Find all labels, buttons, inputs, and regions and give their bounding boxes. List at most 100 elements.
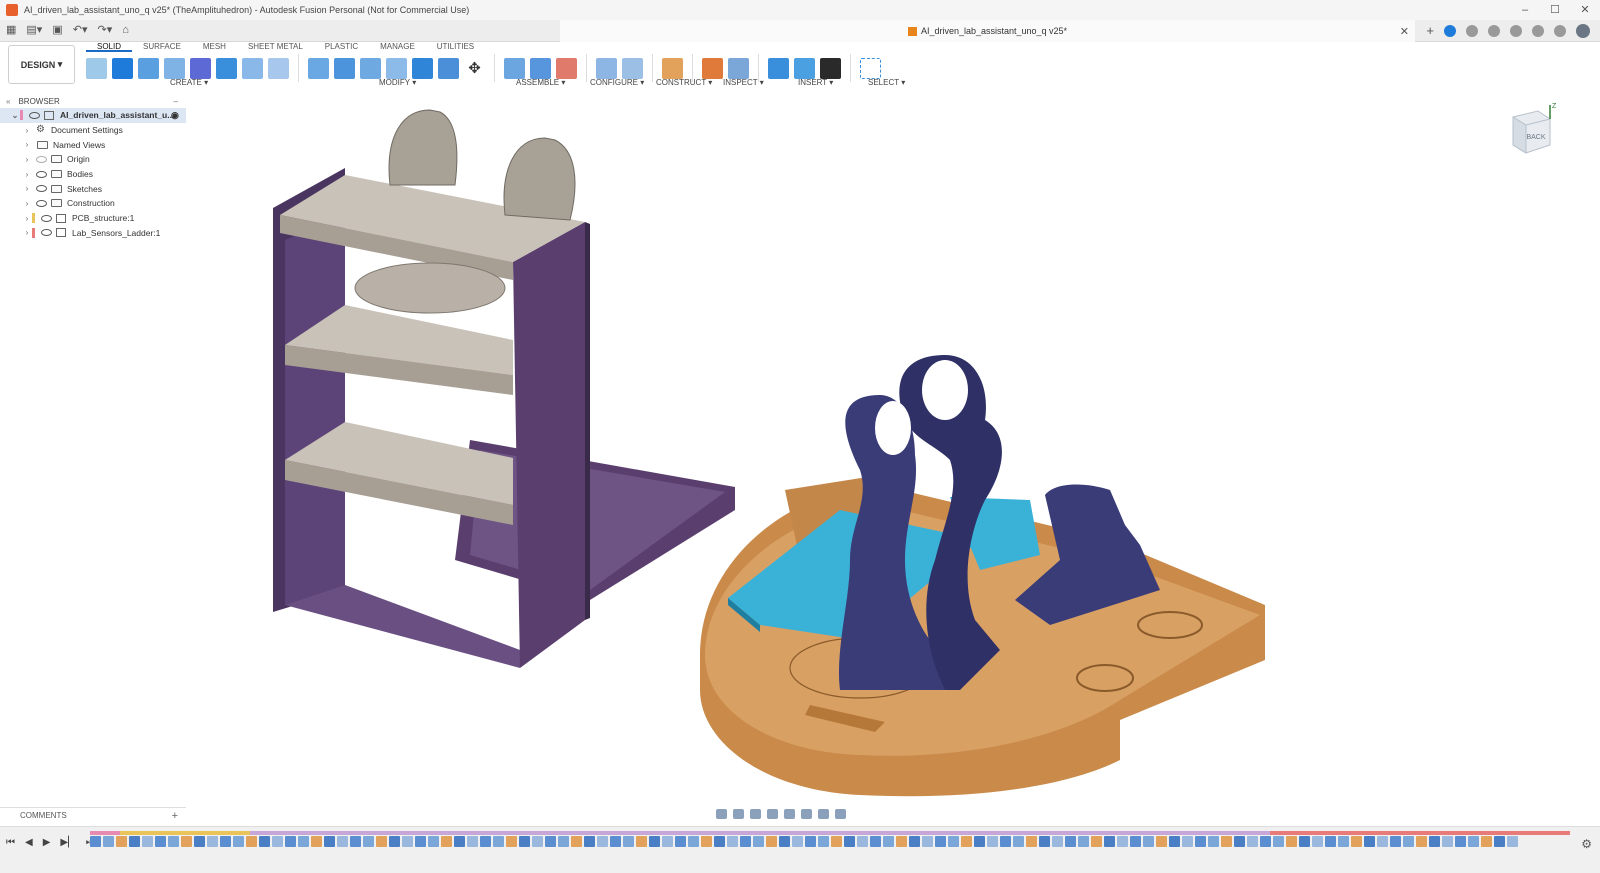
timeline-feature-icon[interactable] [1000, 836, 1011, 847]
chevron-right-icon[interactable]: › [22, 170, 32, 179]
group-configure[interactable]: CONFIGURE ▾ [590, 78, 644, 87]
extensions-icon[interactable] [1444, 24, 1456, 37]
timeline-feature-icon[interactable] [727, 836, 738, 847]
timeline-feature-icon[interactable] [246, 836, 257, 847]
press-pull-icon[interactable] [308, 57, 329, 79]
timeline-feature-icon[interactable] [649, 836, 660, 847]
timeline-feature-icon[interactable] [844, 836, 855, 847]
timeline-feature-icon[interactable] [233, 836, 244, 847]
chevron-right-icon[interactable]: › [22, 228, 32, 237]
timeline-feature-icon[interactable] [376, 836, 387, 847]
insert-image-icon[interactable] [794, 57, 815, 79]
browser-item-sketches[interactable]: › Sketches [0, 181, 186, 196]
timeline-feature-icon[interactable] [142, 836, 153, 847]
timeline-feature-icon[interactable] [1065, 836, 1076, 847]
timeline-feature-icon[interactable] [194, 836, 205, 847]
avatar[interactable] [1576, 23, 1590, 38]
chevron-right-icon[interactable]: › [22, 184, 32, 193]
timeline-feature-icon[interactable] [1104, 836, 1115, 847]
select-icon[interactable] [860, 57, 881, 79]
timeline-feature-icon[interactable] [454, 836, 465, 847]
learning-icon[interactable] [1510, 24, 1522, 37]
shell-icon[interactable] [386, 57, 407, 79]
grid-menu-icon[interactable]: ▦ [6, 23, 16, 36]
fit-icon[interactable] [784, 809, 795, 819]
timeline-feature-icon[interactable] [1351, 836, 1362, 847]
browser-item-document-settings[interactable]: › ⚙ Document Settings [0, 123, 186, 138]
timeline-feature-icon[interactable] [1078, 836, 1089, 847]
as-built-joint-icon[interactable] [530, 57, 551, 79]
browser-root-item[interactable]: ⌄ AI_driven_lab_assistant_u... ◉ [0, 108, 186, 123]
timeline-feature-icon[interactable] [571, 836, 582, 847]
timeline-feature-icon[interactable] [545, 836, 556, 847]
group-insert[interactable]: INSERT ▾ [798, 78, 833, 87]
timeline-feature-icon[interactable] [1052, 836, 1063, 847]
rigid-group-icon[interactable] [556, 57, 577, 79]
insert-derive-icon[interactable] [768, 57, 789, 79]
timeline-feature-icon[interactable] [350, 836, 361, 847]
timeline-feature-icon[interactable] [272, 836, 283, 847]
tab-utilities[interactable]: UTILITIES [426, 42, 485, 52]
timeline-feature-icon[interactable] [610, 836, 621, 847]
timeline-feature-icon[interactable] [324, 836, 335, 847]
timeline-feature-icon[interactable] [311, 836, 322, 847]
timeline-feature-icon[interactable] [1156, 836, 1167, 847]
timeline-feature-icon[interactable] [415, 836, 426, 847]
timeline-feature-icon[interactable] [1117, 836, 1128, 847]
timeline-feature-icon[interactable] [1130, 836, 1141, 847]
timeline-feature-icon[interactable] [675, 836, 686, 847]
timeline-features[interactable] [90, 836, 1570, 847]
new-tab-icon[interactable]: + [1426, 23, 1434, 38]
eye-icon[interactable] [41, 229, 52, 237]
timeline-feature-icon[interactable] [1091, 836, 1102, 847]
timeline-feature-icon[interactable] [779, 836, 790, 847]
timeline-feature-icon[interactable] [155, 836, 166, 847]
document-tab[interactable]: AI_driven_lab_assistant_uno_q v25* ✕ [560, 20, 1415, 42]
group-select[interactable]: SELECT ▾ [868, 78, 905, 87]
offset-plane-icon[interactable] [662, 57, 683, 79]
group-inspect[interactable]: INSPECT ▾ [723, 78, 764, 87]
timeline-feature-icon[interactable] [428, 836, 439, 847]
timeline-feature-icon[interactable] [1390, 836, 1401, 847]
chevron-right-icon[interactable]: › [22, 140, 32, 149]
eye-icon[interactable] [29, 111, 40, 119]
eye-icon[interactable] [36, 185, 47, 193]
close-window-icon[interactable]: ✕ [1570, 0, 1600, 20]
timeline-feature-icon[interactable] [1468, 836, 1479, 847]
viewports-icon[interactable] [835, 809, 846, 819]
timeline-feature-icon[interactable] [688, 836, 699, 847]
timeline-feature-icon[interactable] [129, 836, 140, 847]
eye-hidden-icon[interactable] [36, 155, 47, 163]
chevron-down-icon[interactable]: ⌄ [10, 111, 20, 120]
interference-icon[interactable] [728, 57, 749, 79]
tab-solid[interactable]: SOLID [86, 42, 133, 52]
activate-radio-icon[interactable]: ◉ [171, 110, 179, 121]
group-construct[interactable]: CONSTRUCT ▾ [656, 78, 712, 87]
timeline-feature-icon[interactable] [1286, 836, 1297, 847]
joint-icon[interactable] [504, 57, 525, 79]
timeline-feature-icon[interactable] [753, 836, 764, 847]
pan-icon[interactable] [750, 809, 761, 819]
extrude-icon[interactable] [112, 57, 133, 79]
timeline-feature-icon[interactable] [337, 836, 348, 847]
combine-icon[interactable] [412, 57, 433, 79]
browser-item-construction[interactable]: › Construction [0, 196, 186, 211]
timeline-feature-icon[interactable] [1403, 836, 1414, 847]
timeline-feature-icon[interactable] [506, 836, 517, 847]
timeline-settings-icon[interactable]: ⚙ [1581, 837, 1592, 851]
job-status-icon[interactable] [1466, 24, 1478, 37]
timeline-feature-icon[interactable] [1221, 836, 1232, 847]
timeline-feature-icon[interactable] [1247, 836, 1258, 847]
timeline-feature-icon[interactable] [883, 836, 894, 847]
timeline-feature-icon[interactable] [935, 836, 946, 847]
eye-icon[interactable] [36, 199, 47, 207]
orbit-icon[interactable] [716, 809, 727, 819]
timeline-feature-icon[interactable] [90, 836, 101, 847]
revolve-icon[interactable] [138, 57, 159, 79]
timeline-feature-icon[interactable] [220, 836, 231, 847]
configure-icon[interactable] [596, 57, 617, 79]
timeline-feature-icon[interactable] [116, 836, 127, 847]
timeline-feature-icon[interactable] [259, 836, 270, 847]
timeline-feature-icon[interactable] [805, 836, 816, 847]
timeline-feature-icon[interactable] [1442, 836, 1453, 847]
